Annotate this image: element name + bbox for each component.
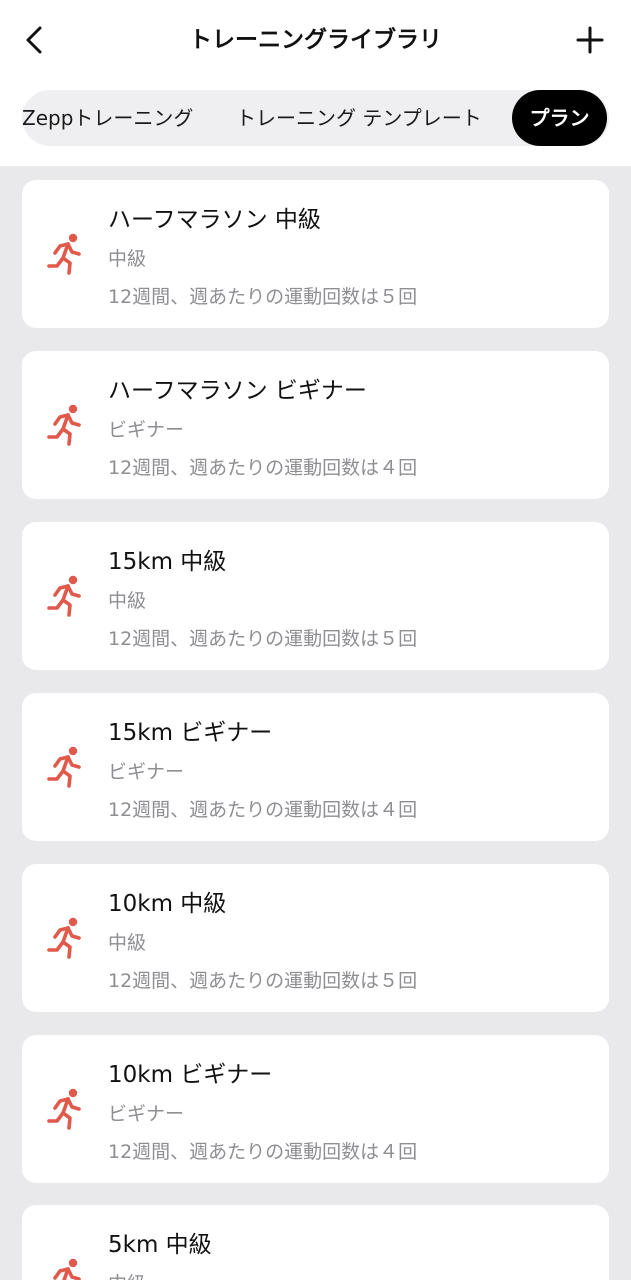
plan-card[interactable]: 10km 中級 中級 12週間、週あたりの運動回数は５回 [22,864,609,1012]
running-icon [53,1258,81,1280]
training-library-screen: トレーニングライブラリ Zeppトレーニング トレーニング テンプレート プラン… [0,0,631,1280]
plan-card[interactable]: ハーフマラソン ビギナー ビギナー 12週間、週あたりの運動回数は４回 [22,351,609,499]
plan-title: 5km 中級 [108,1232,212,1258]
plan-level: 中級 [108,248,147,270]
plan-level: ビギナー [108,1103,185,1125]
back-button[interactable] [14,18,54,62]
page-title: トレーニングライブラリ [189,27,442,53]
plan-level: ビギナー [108,419,185,441]
tab-zepp-training[interactable]: Zeppトレーニング [22,90,193,146]
plan-card[interactable]: 10km ビギナー ビギナー 12週間、週あたりの運動回数は４回 [22,1035,609,1183]
plan-level: 中級 [108,1269,146,1280]
running-icon [47,746,81,788]
running-icon [47,917,81,959]
plan-description: 12週間、週あたりの運動回数は５回 [108,628,418,650]
plan-description: 12週間、週あたりの運動回数は４回 [108,799,418,821]
plan-card[interactable]: 15km 中級 中級 12週間、週あたりの運動回数は５回 [22,522,609,670]
plan-description: 12週間、週あたりの運動回数は５回 [108,970,418,992]
plan-title: ハーフマラソン ビギナー [108,378,367,404]
plus-icon [576,26,604,54]
plan-title: 15km 中級 [108,549,227,575]
add-button[interactable] [568,18,612,62]
plan-title: 10km 中級 [108,891,227,917]
running-icon [47,575,81,617]
plan-level: 中級 [108,590,147,612]
plan-title: 10km ビギナー [108,1062,273,1088]
plan-level: ビギナー [108,761,185,783]
running-icon [47,1088,81,1130]
plan-description: 12週間、週あたりの運動回数は４回 [108,1141,418,1163]
tab-training-template[interactable]: トレーニング テンプレート [236,90,482,146]
plan-description: 12週間、週あたりの運動回数は４回 [108,457,418,479]
running-icon [47,233,81,275]
plan-card[interactable]: 5km 中級 中級 [22,1205,609,1280]
plan-card[interactable]: ハーフマラソン 中級 中級 12週間、週あたりの運動回数は５回 [22,180,609,328]
chevron-left-icon [26,26,42,54]
plan-title: 15km ビギナー [108,720,273,746]
header: トレーニングライブラリ Zeppトレーニング トレーニング テンプレート プラン [0,0,631,166]
running-icon [47,404,81,446]
plan-title: ハーフマラソン 中級 [108,207,321,233]
plan-description: 12週間、週あたりの運動回数は５回 [108,286,418,308]
tab-bar: Zeppトレーニング トレーニング テンプレート プラン [22,90,609,146]
plan-card[interactable]: 15km ビギナー ビギナー 12週間、週あたりの運動回数は４回 [22,693,609,841]
plan-level: 中級 [108,932,147,954]
tab-plan[interactable]: プラン [512,90,607,146]
